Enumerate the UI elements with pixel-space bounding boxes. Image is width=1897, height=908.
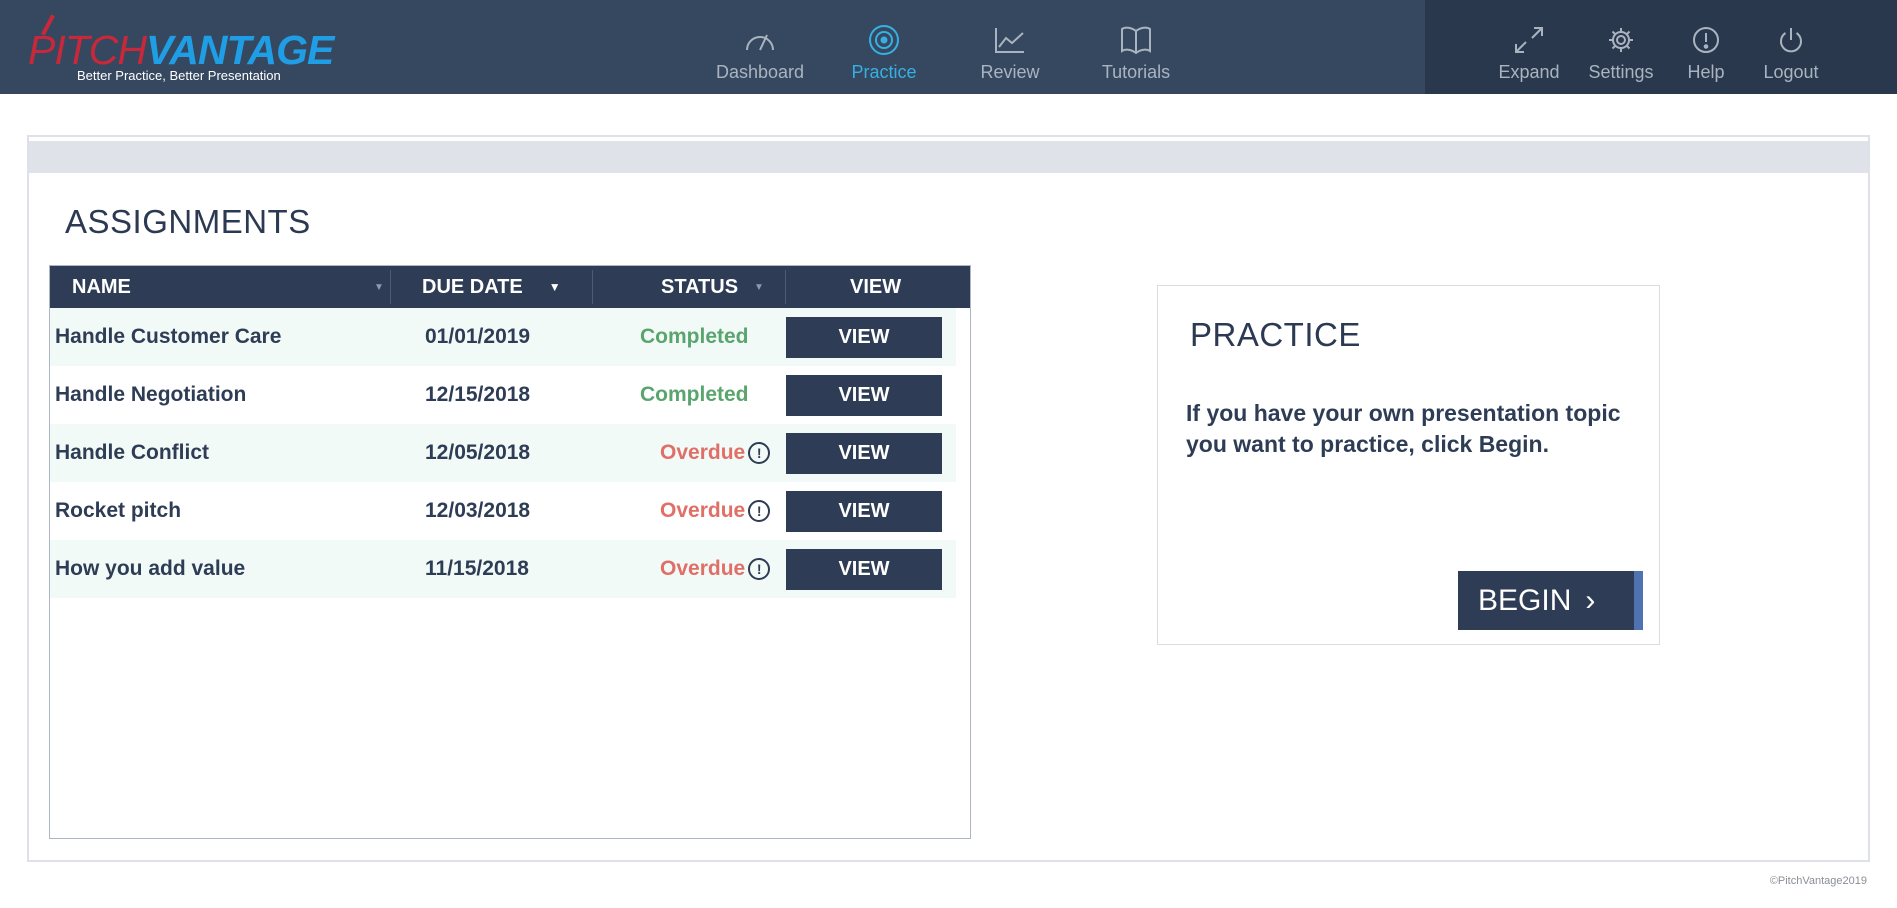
begin-button-accent (1634, 571, 1643, 630)
panel-header-strip (29, 141, 1868, 173)
assignment-status-cell: Overdue ! (660, 540, 771, 598)
target-icon (867, 24, 901, 56)
settings-label: Settings (1588, 62, 1654, 82)
assignment-name: Handle Negotiation (55, 383, 247, 406)
assignment-name: Handle Customer Care (55, 325, 282, 348)
gear-icon (1604, 24, 1638, 56)
nav-tutorials-label: Tutorials (1101, 62, 1171, 82)
logout-button[interactable]: Logout (1758, 0, 1824, 94)
expand-label: Expand (1498, 62, 1560, 82)
power-icon (1774, 24, 1808, 56)
copyright: ©PitchVantage2019 (1769, 875, 1867, 887)
help-label: Help (1687, 62, 1725, 82)
view-button[interactable]: VIEW (786, 491, 942, 532)
column-header-view-label: VIEW (850, 275, 902, 298)
table-row[interactable]: Handle Customer Care 01/01/2019 Complete… (50, 308, 956, 366)
logo-pitch-text: PITCH (28, 27, 147, 73)
help-button[interactable]: Help (1682, 0, 1730, 94)
logo-wordmark: PITCHVANTAGE (28, 27, 334, 73)
sort-caret-status-icon[interactable]: ▼ (754, 282, 764, 293)
assignments-title: ASSIGNMENTS (65, 203, 311, 240)
gauge-icon (743, 24, 777, 56)
assignment-name: Rocket pitch (55, 499, 182, 522)
column-header-view: VIEW (850, 266, 950, 308)
assignment-due-date: 01/01/2019 (425, 325, 531, 348)
nav-dashboard[interactable]: Dashboard (712, 0, 808, 94)
nav-tutorials[interactable]: Tutorials (1098, 0, 1174, 94)
assignment-name: How you add value (55, 557, 246, 580)
view-button[interactable]: VIEW (786, 549, 942, 590)
exclamation-circle-icon (1689, 24, 1723, 56)
expand-button[interactable]: Expand (1496, 0, 1562, 94)
column-header-due-date-label: DUE DATE (422, 275, 523, 298)
column-header-status-label: STATUS (661, 275, 739, 298)
assignment-status-cell: Overdue ! (660, 424, 771, 482)
assignment-status: Overdue (660, 499, 746, 522)
top-navigation-bar: PITCHVANTAGE Better Practice, Better Pre… (0, 0, 1897, 94)
assignment-due-date: 12/05/2018 (425, 441, 531, 464)
sort-caret-due-date-icon[interactable]: ▼ (549, 280, 561, 294)
line-chart-icon (993, 24, 1027, 56)
sort-caret-name-icon[interactable]: ▼ (364, 266, 384, 308)
logo-vantage-text: VANTAGE (146, 27, 334, 73)
table-row[interactable]: Handle Conflict 12/05/2018 Overdue ! VIE… (50, 424, 956, 482)
assignment-due-date: 12/15/2018 (425, 383, 531, 406)
assignment-status: Completed (640, 383, 749, 406)
column-divider (390, 270, 391, 304)
assignment-status: Overdue (660, 441, 746, 464)
nav-review-label: Review (980, 62, 1040, 82)
nav-review[interactable]: Review (978, 0, 1042, 94)
chevron-right-icon: › (1585, 583, 1596, 617)
pitchvantage-logo[interactable]: PITCHVANTAGE Better Practice, Better Pre… (28, 12, 334, 84)
practice-card: PRACTICE If you have your own presentati… (1157, 285, 1660, 645)
logout-label: Logout (1763, 62, 1819, 82)
table-row[interactable]: Rocket pitch 12/03/2018 Overdue ! VIEW (50, 482, 956, 540)
book-icon (1119, 24, 1153, 56)
view-button[interactable]: VIEW (786, 317, 942, 358)
assignment-status: Overdue (660, 557, 746, 580)
logo-tagline: Better Practice, Better Presentation (77, 68, 281, 83)
column-header-name[interactable]: NAME (72, 266, 392, 308)
overdue-warning-icon: ! (748, 500, 771, 522)
begin-button[interactable]: BEGIN › (1458, 571, 1643, 630)
begin-button-label: BEGIN (1478, 583, 1572, 617)
assignment-name: Handle Conflict (55, 441, 210, 464)
assignment-due-date: 11/15/2018 (425, 557, 529, 580)
assignment-status: Completed (640, 325, 749, 348)
overdue-warning-icon: ! (748, 558, 771, 580)
assignment-status-cell: Overdue ! (660, 482, 771, 540)
column-divider (592, 270, 593, 304)
practice-description: If you have your own presentation topic … (1186, 400, 1621, 457)
nav-dashboard-label: Dashboard (715, 62, 805, 82)
column-header-status[interactable]: STATUS ▼ (661, 266, 791, 308)
view-button[interactable]: VIEW (786, 375, 942, 416)
view-button[interactable]: VIEW (786, 433, 942, 474)
expand-icon (1512, 24, 1546, 56)
overdue-warning-icon: ! (748, 442, 771, 464)
nav-practice[interactable]: Practice (848, 0, 920, 94)
table-row[interactable]: How you add value 11/15/2018 Overdue ! V… (50, 540, 956, 598)
assignments-table: NAME ▼ DUE DATE ▼ STATUS ▼ VIEW Handle C… (49, 265, 971, 839)
table-header: NAME ▼ DUE DATE ▼ STATUS ▼ VIEW (50, 266, 970, 308)
column-divider (785, 270, 786, 304)
column-header-due-date[interactable]: DUE DATE ▼ (422, 266, 572, 308)
nav-practice-label: Practice (851, 62, 917, 82)
column-header-name-label: NAME (72, 275, 131, 298)
settings-button[interactable]: Settings (1586, 0, 1656, 94)
main-panel: ASSIGNMENTS NAME ▼ DUE DATE ▼ STATUS ▼ V… (27, 135, 1870, 862)
table-row[interactable]: Handle Negotiation 12/15/2018 Completed … (50, 366, 956, 424)
practice-title: PRACTICE (1190, 316, 1361, 353)
assignment-due-date: 12/03/2018 (425, 499, 531, 522)
